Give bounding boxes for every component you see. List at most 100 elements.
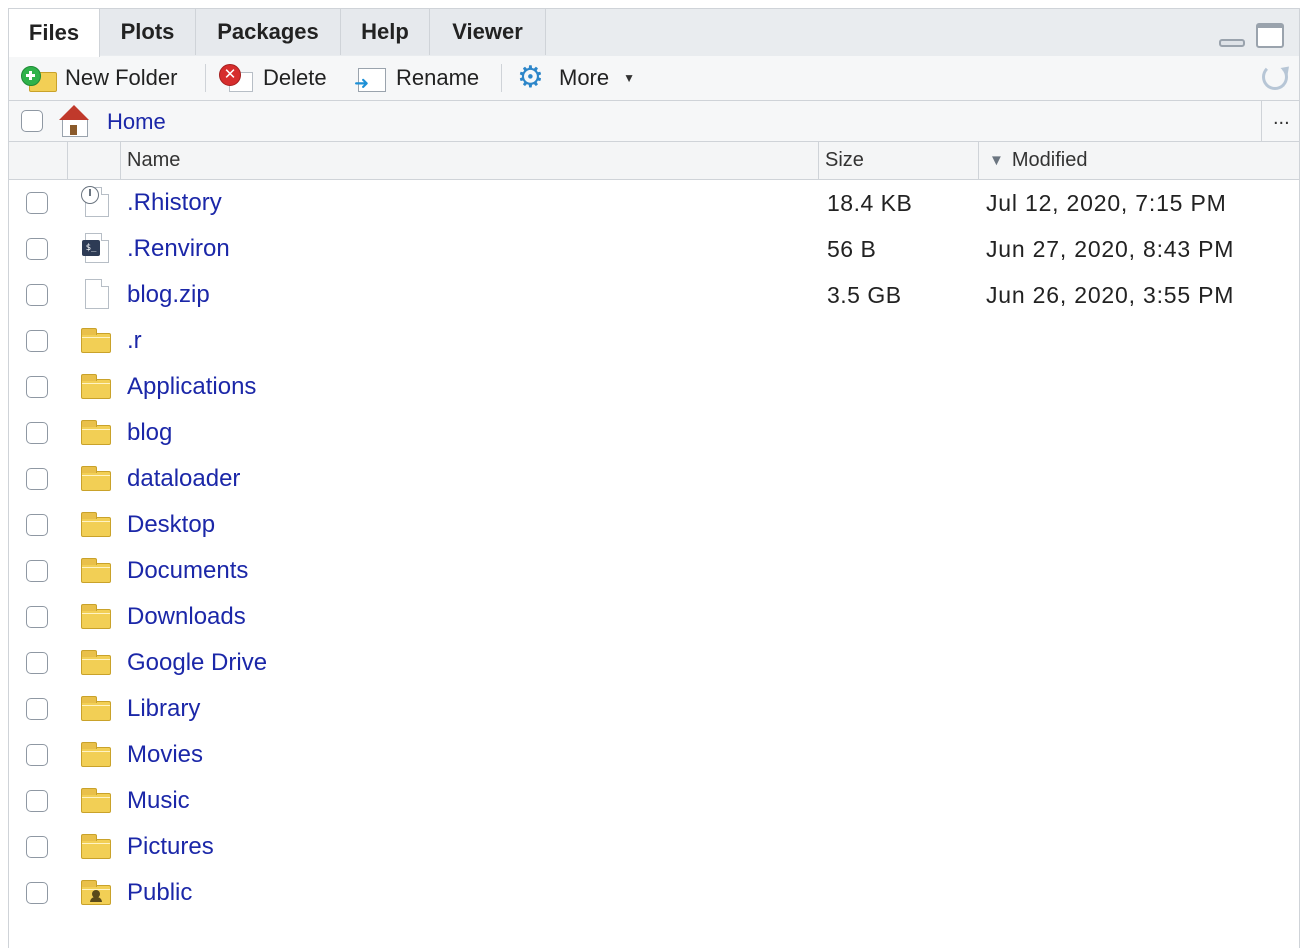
folder-row[interactable]: Desktop (9, 503, 1299, 549)
folder-row[interactable]: Applications (9, 365, 1299, 411)
file-row[interactable]: .Rhistory 18.4 KB Jul 12, 2020, 7:15 PM (9, 181, 1299, 227)
row-checkbox[interactable] (26, 606, 48, 628)
header-name[interactable]: Name (121, 142, 819, 179)
folder-row[interactable]: Pictures (9, 825, 1299, 871)
rename-label: Rename (396, 65, 480, 90)
folder-icon (81, 692, 113, 724)
gear-icon: ⚙ (517, 61, 544, 94)
delete-label: Delete (263, 65, 327, 90)
header-checkbox-col (9, 142, 68, 179)
history-file-icon (81, 186, 113, 218)
folder-icon (81, 600, 113, 632)
files-pane: Files Plots Packages Help Viewer New Fol… (8, 8, 1300, 948)
file-size: 56 B (827, 236, 877, 262)
row-checkbox[interactable] (26, 330, 48, 352)
tab-packages[interactable]: Packages (196, 9, 341, 55)
row-checkbox[interactable] (26, 882, 48, 904)
tab-help[interactable]: Help (341, 9, 430, 55)
row-checkbox[interactable] (26, 376, 48, 398)
folder-name-link[interactable]: Music (127, 787, 190, 815)
folder-icon (81, 324, 113, 356)
folder-row[interactable]: blog (9, 411, 1299, 457)
new-folder-icon (21, 64, 57, 92)
file-size: 18.4 KB (827, 190, 913, 216)
row-checkbox[interactable] (26, 744, 48, 766)
row-checkbox[interactable] (26, 698, 48, 720)
sort-descending-icon: ▼ (989, 152, 1004, 169)
tab-plots[interactable]: Plots (100, 9, 196, 55)
folder-name-link[interactable]: dataloader (127, 465, 240, 493)
chevron-down-icon: ▼ (623, 71, 636, 85)
file-size: 3.5 GB (827, 282, 902, 308)
folder-row[interactable]: Downloads (9, 595, 1299, 641)
folder-name-link[interactable]: Google Drive (127, 649, 267, 677)
folder-icon (81, 646, 113, 678)
tab-strip: Files Plots Packages Help Viewer (9, 9, 1299, 57)
folder-name-link[interactable]: Library (127, 695, 200, 723)
row-checkbox[interactable] (26, 514, 48, 536)
delete-button[interactable]: ✕ Delete (219, 56, 327, 100)
folder-row[interactable]: .r (9, 319, 1299, 365)
file-row[interactable]: $_ .Renviron 56 B Jun 27, 2020, 8:43 PM (9, 227, 1299, 273)
rename-button[interactable]: ➜ Rename (354, 56, 479, 100)
folder-name-link[interactable]: Documents (127, 557, 248, 585)
path-bar: Home ... (9, 101, 1299, 142)
file-name-link[interactable]: .Rhistory (127, 189, 222, 217)
more-menu-button[interactable]: ⚙ More ▼ (517, 56, 635, 100)
folder-name-link[interactable]: Pictures (127, 833, 214, 861)
file-modified: Jun 26, 2020, 3:55 PM (986, 282, 1235, 308)
folder-row[interactable]: Library (9, 687, 1299, 733)
folder-icon (81, 462, 113, 494)
folder-name-link[interactable]: Downloads (127, 603, 246, 631)
breadcrumb-home[interactable]: Home (107, 109, 166, 135)
folder-name-link[interactable]: Applications (127, 373, 256, 401)
folder-row[interactable]: Documents (9, 549, 1299, 595)
delete-icon: ✕ (219, 64, 255, 92)
path-more-button[interactable]: ... (1273, 107, 1290, 130)
row-checkbox[interactable] (26, 238, 48, 260)
folder-row[interactable]: Movies (9, 733, 1299, 779)
select-all-checkbox[interactable] (21, 110, 43, 132)
row-checkbox[interactable] (26, 422, 48, 444)
row-checkbox[interactable] (26, 284, 48, 306)
folder-icon (81, 554, 113, 586)
folder-row[interactable]: dataloader (9, 457, 1299, 503)
folder-name-link[interactable]: .r (127, 327, 142, 355)
refresh-icon[interactable] (1262, 64, 1288, 90)
folder-icon (81, 738, 113, 770)
folder-row[interactable]: Google Drive (9, 641, 1299, 687)
row-checkbox[interactable] (26, 652, 48, 674)
new-folder-button[interactable]: New Folder (21, 56, 177, 100)
more-label: More (559, 65, 610, 90)
row-checkbox[interactable] (26, 790, 48, 812)
maximize-pane-button[interactable] (1256, 23, 1284, 48)
folder-name-link[interactable]: Movies (127, 741, 203, 769)
folder-icon (81, 370, 113, 402)
header-size[interactable]: Size (819, 142, 979, 179)
folder-name-link[interactable]: Public (127, 879, 192, 907)
header-modified[interactable]: ▼ Modified (979, 142, 1299, 179)
tab-files[interactable]: Files (9, 9, 100, 57)
folder-icon (81, 830, 113, 862)
folder-icon (81, 508, 113, 540)
row-checkbox[interactable] (26, 468, 48, 490)
row-checkbox[interactable] (26, 560, 48, 582)
tab-viewer[interactable]: Viewer (430, 9, 546, 55)
blank-file-icon (81, 278, 113, 310)
file-modified: Jul 12, 2020, 7:15 PM (986, 190, 1227, 216)
folder-row[interactable]: Public (9, 871, 1299, 917)
folder-name-link[interactable]: Desktop (127, 511, 215, 539)
folder-row[interactable]: Music (9, 779, 1299, 825)
public-folder-icon (81, 876, 113, 908)
minimize-pane-button[interactable] (1219, 39, 1245, 47)
file-modified: Jun 27, 2020, 8:43 PM (986, 236, 1235, 262)
header-icon-col (68, 142, 121, 179)
folder-name-link[interactable]: blog (127, 419, 172, 447)
files-toolbar: New Folder ✕ Delete ➜ Rename ⚙ More ▼ (9, 56, 1299, 101)
row-checkbox[interactable] (26, 836, 48, 858)
row-checkbox[interactable] (26, 192, 48, 214)
folder-icon (81, 416, 113, 448)
file-row[interactable]: blog.zip 3.5 GB Jun 26, 2020, 3:55 PM (9, 273, 1299, 319)
file-name-link[interactable]: .Renviron (127, 235, 230, 263)
file-name-link[interactable]: blog.zip (127, 281, 210, 309)
